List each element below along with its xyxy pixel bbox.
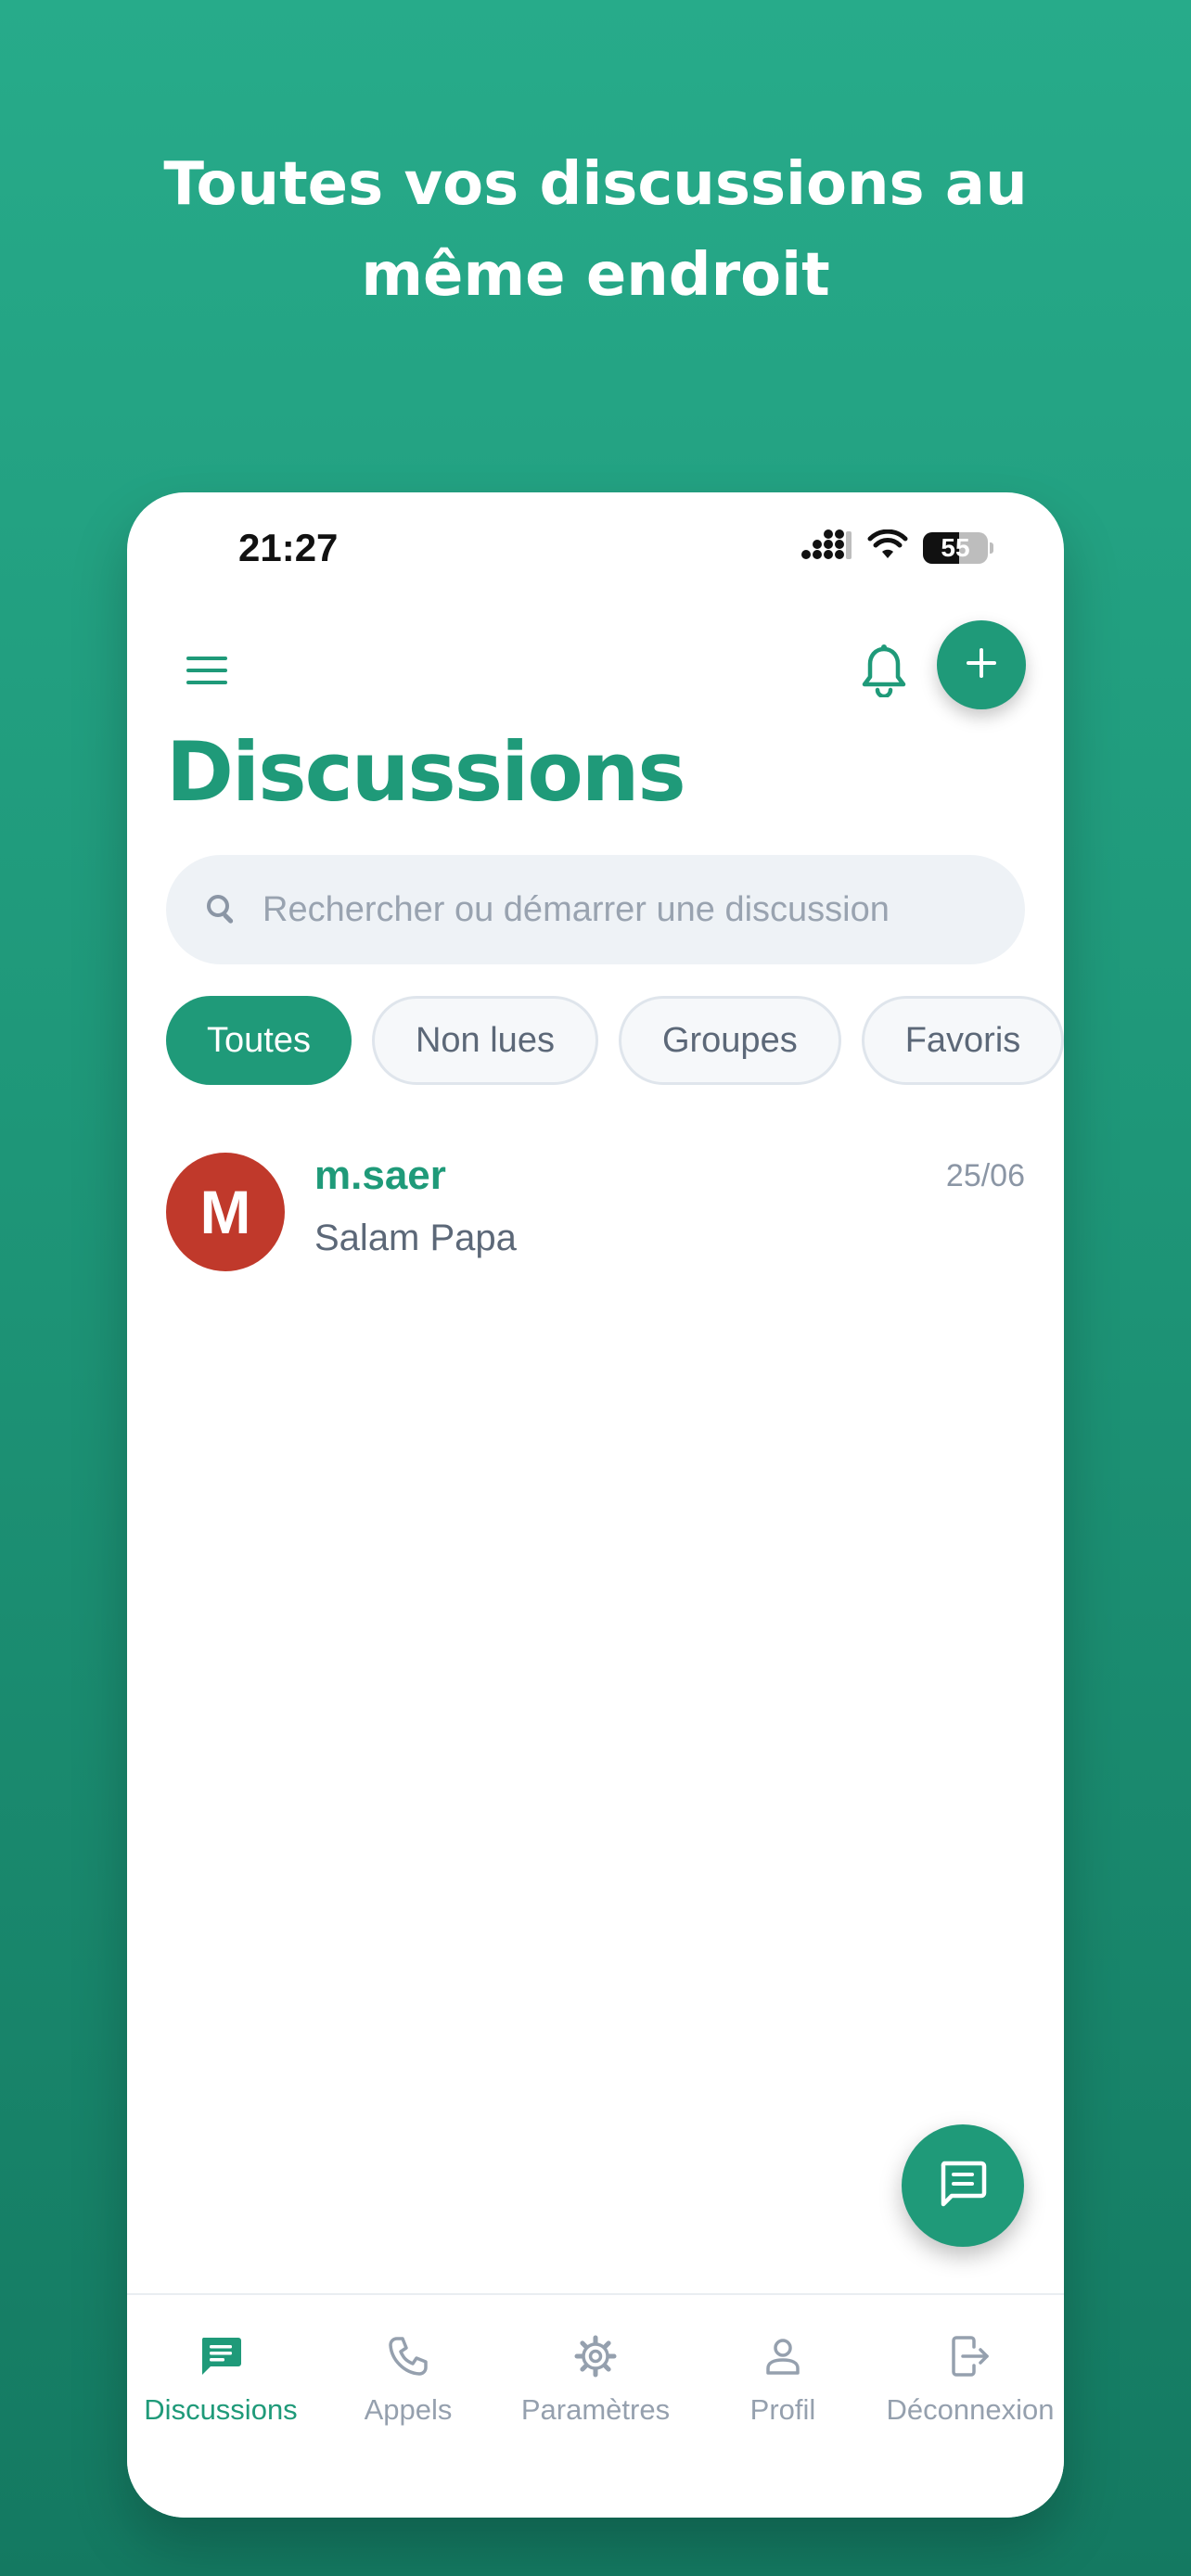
conversation-date: 25/06 — [945, 1158, 1025, 1193]
nav-label: Profil — [749, 2393, 816, 2426]
gear-icon — [571, 2332, 620, 2380]
filter-chip-groupes[interactable]: Groupes — [618, 996, 841, 1085]
promo-headline-line-1: Toutes vos discussions au — [163, 150, 1028, 219]
bottom-navigation: Discussions Appels Paramètres Profil Déc… — [127, 2293, 1064, 2518]
battery-tip — [990, 542, 993, 554]
status-bar: 21:27 55 — [127, 492, 1064, 604]
nav-item-parametres[interactable]: Paramètres — [502, 2295, 689, 2434]
filter-chip-favoris[interactable]: Favoris — [861, 996, 1064, 1085]
chat-icon — [197, 2332, 245, 2380]
nav-item-appels[interactable]: Appels — [314, 2295, 502, 2434]
notifications-bell-icon[interactable] — [851, 637, 917, 704]
phone-icon — [384, 2332, 432, 2380]
filter-chip-toutes[interactable]: Toutes — [166, 996, 352, 1085]
nav-item-profil[interactable]: Profil — [689, 2295, 877, 2434]
nav-label: Déconnexion — [886, 2393, 1055, 2426]
phone-screen: 21:27 55 Discussions Rechercher ou démar… — [127, 492, 1064, 2518]
cellular-signal-icon — [800, 529, 852, 566]
add-button[interactable] — [937, 620, 1026, 709]
nav-item-deconnexion[interactable]: Déconnexion — [877, 2295, 1064, 2434]
nav-label: Appels — [364, 2393, 453, 2426]
page-title: Discussions — [166, 724, 686, 820]
promo-headline-line-2: même endroit — [361, 241, 830, 310]
person-icon — [759, 2332, 807, 2380]
search-bar[interactable] — [166, 855, 1025, 964]
wifi-icon — [867, 529, 908, 566]
status-time: 21:27 — [238, 526, 339, 569]
avatar: M — [166, 1153, 285, 1271]
promo-headline: Toutes vos discussions au même endroit — [0, 139, 1191, 321]
filter-chip-non-lues[interactable]: Non lues — [371, 996, 598, 1085]
battery-percent: 55 — [941, 532, 970, 562]
search-icon — [201, 889, 242, 930]
conversation-preview: Salam Papa — [314, 1218, 517, 1258]
message-icon — [937, 2158, 989, 2214]
conversation-name: m.saer — [314, 1153, 446, 1198]
new-chat-button[interactable] — [902, 2124, 1024, 2247]
nav-label: Paramètres — [520, 2393, 671, 2426]
conversation-item[interactable]: M m.saer 25/06 Salam Papa — [166, 1153, 1025, 1273]
status-icons: 55 — [800, 529, 993, 566]
battery-indicator: 55 — [923, 531, 988, 564]
logout-icon — [946, 2332, 994, 2380]
plus-icon — [963, 644, 1000, 686]
filter-chips: Toutes Non lues Groupes Favoris — [166, 996, 1064, 1085]
nav-item-discussions[interactable]: Discussions — [127, 2295, 314, 2434]
search-input[interactable] — [261, 888, 988, 931]
nav-label: Discussions — [144, 2393, 298, 2426]
menu-icon[interactable] — [181, 644, 233, 696]
